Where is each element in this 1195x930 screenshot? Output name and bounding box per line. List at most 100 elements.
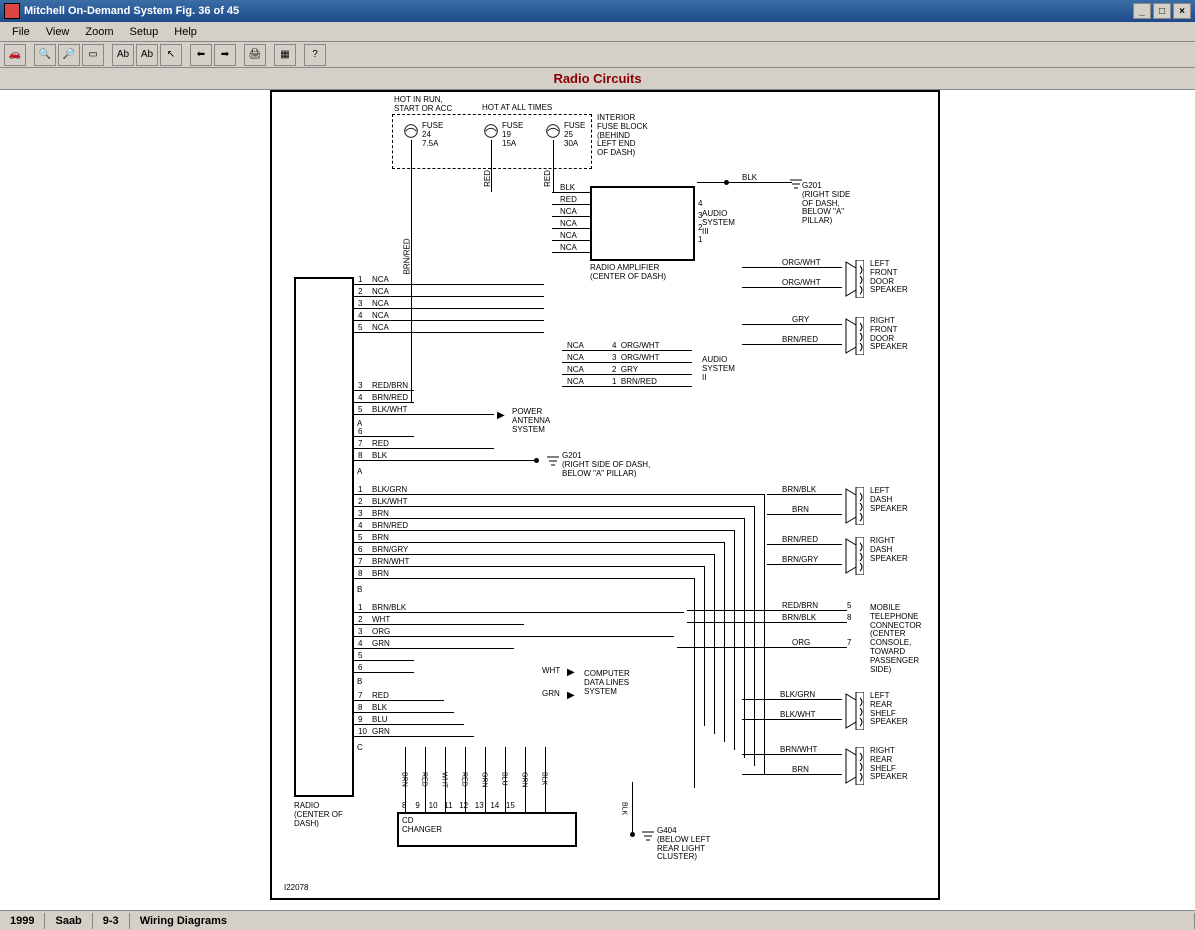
wire-red2: RED bbox=[372, 692, 389, 701]
junction-dot2 bbox=[534, 458, 539, 463]
wire bbox=[354, 506, 754, 507]
wire-orgwht-lf: ORG/WHT bbox=[782, 259, 821, 268]
amp-pin2: 2 bbox=[698, 224, 702, 233]
label-hot-run: HOT IN RUN, START OR ACC bbox=[394, 96, 452, 114]
pin-b7: 7 bbox=[358, 440, 362, 449]
label-radio: RADIO (CENTER OF DASH) bbox=[294, 802, 343, 828]
label-fuse25: FUSE 25 30A bbox=[564, 122, 585, 148]
fuse-24-icon bbox=[402, 122, 420, 140]
label-hot-all: HOT AT ALL TIMES bbox=[482, 104, 552, 113]
label-audio3: AUDIO SYSTEM III bbox=[702, 210, 735, 236]
pin-b8: 8 bbox=[358, 452, 362, 461]
wire-brnred-rd: BRN/RED bbox=[782, 536, 818, 545]
menu-zoom[interactable]: Zoom bbox=[77, 24, 121, 40]
menu-view[interactable]: View bbox=[38, 24, 78, 40]
tb-back-icon[interactable]: ⬅ bbox=[190, 44, 212, 66]
tb-page-icon[interactable]: ▦ bbox=[274, 44, 296, 66]
window-title: Mitchell On-Demand System Fig. 36 of 45 bbox=[24, 5, 1133, 17]
wire-red1: RED bbox=[560, 196, 577, 205]
wire bbox=[354, 494, 764, 495]
tb-car-icon[interactable]: 🚗 bbox=[4, 44, 26, 66]
wire bbox=[354, 578, 694, 579]
menu-file[interactable]: File bbox=[4, 24, 38, 40]
pin-c1: 1 bbox=[358, 486, 362, 495]
wire bbox=[485, 747, 486, 812]
wire-wht-cdl: WHT bbox=[542, 667, 560, 676]
tb-pointer-icon[interactable]: ↖ bbox=[160, 44, 182, 66]
status-bar: 1999 Saab 9-3 Wiring Diagrams bbox=[0, 910, 1195, 930]
pin-a4: 4 bbox=[358, 312, 362, 321]
maximize-button[interactable]: □ bbox=[1153, 3, 1171, 19]
wire bbox=[632, 782, 633, 832]
wire-redbrn-mb: RED/BRN bbox=[782, 602, 818, 611]
wire bbox=[744, 518, 745, 758]
wire-brn-rr: BRN bbox=[792, 766, 809, 775]
tb-zoom-fit-icon[interactable]: ▭ bbox=[82, 44, 104, 66]
tb-text2-icon[interactable]: Ab bbox=[136, 44, 158, 66]
wire-a2: NCA bbox=[372, 288, 389, 297]
wire-nca-s3: NCA bbox=[567, 366, 584, 375]
wire-brnblk-mb: BRN/BLK bbox=[782, 614, 816, 623]
wire bbox=[754, 506, 755, 766]
pin-c7: 7 bbox=[358, 558, 362, 567]
wire-nca2: NCA bbox=[560, 220, 577, 229]
close-button[interactable]: × bbox=[1173, 3, 1191, 19]
wire-blu: BLU bbox=[372, 716, 388, 725]
pin-d6: 6 bbox=[358, 664, 362, 673]
pin-c4: 4 bbox=[358, 522, 362, 531]
junction-g404-dot bbox=[630, 832, 635, 837]
label-radio-amp: RADIO AMPLIFIER (CENTER OF DASH) bbox=[590, 264, 666, 282]
wire bbox=[525, 747, 526, 812]
tb-print-icon[interactable]: 🖨 bbox=[244, 44, 266, 66]
diagram-frame: HOT IN RUN, START OR ACC HOT AT ALL TIME… bbox=[270, 90, 940, 900]
label-comp-data: COMPUTER DATA LINES SYSTEM bbox=[584, 670, 630, 696]
minimize-button[interactable]: _ bbox=[1133, 3, 1151, 19]
wire bbox=[354, 712, 454, 713]
tb-text1-icon[interactable]: Ab bbox=[112, 44, 134, 66]
grp-db: B bbox=[357, 678, 362, 687]
label-fuse24: FUSE 24 7.5A bbox=[422, 122, 443, 148]
wire-orgwht-lf2: ORG/WHT bbox=[782, 279, 821, 288]
wire-a1: NCA bbox=[372, 276, 389, 285]
wire bbox=[714, 554, 715, 734]
wire-a4: NCA bbox=[372, 312, 389, 321]
wire bbox=[704, 566, 705, 726]
tb-help-icon[interactable]: ? bbox=[304, 44, 326, 66]
pin-c3: 3 bbox=[358, 510, 362, 519]
ground-icon2 bbox=[547, 455, 559, 467]
wire-grn-cdl: GRN bbox=[542, 690, 560, 699]
diagram-canvas: HOT IN RUN, START OR ACC HOT AT ALL TIME… bbox=[0, 90, 1195, 910]
wire bbox=[545, 747, 546, 812]
pin-d2: 2 bbox=[358, 616, 362, 625]
label-g201b: G201 (RIGHT SIDE OF DASH, BELOW "A" PILL… bbox=[562, 452, 650, 478]
wire bbox=[354, 724, 464, 725]
tb-fwd-icon[interactable]: ➡ bbox=[214, 44, 236, 66]
lr-speaker-icon bbox=[842, 692, 864, 730]
pin-d3: 3 bbox=[358, 628, 362, 637]
tb-zoom-in-icon[interactable]: 🔎 bbox=[58, 44, 80, 66]
wire bbox=[687, 610, 847, 611]
wire-brnwht: BRN/WHT bbox=[372, 558, 409, 567]
menu-help[interactable]: Help bbox=[166, 24, 205, 40]
pin8-mb: 8 bbox=[847, 614, 851, 623]
pin-b3: 3 bbox=[358, 382, 362, 391]
pin-e8: 8 bbox=[358, 704, 362, 713]
diagram-title: Radio Circuits bbox=[0, 68, 1195, 90]
tb-zoom-out-icon[interactable]: 🔍 bbox=[34, 44, 56, 66]
pin-c6: 6 bbox=[358, 546, 362, 555]
wire bbox=[425, 747, 426, 812]
wire-red: RED bbox=[372, 440, 389, 449]
wire bbox=[354, 672, 414, 673]
wire-org-mb: ORG bbox=[792, 639, 810, 648]
menu-setup[interactable]: Setup bbox=[122, 24, 167, 40]
status-section: Wiring Diagrams bbox=[130, 913, 1195, 929]
wire bbox=[354, 436, 414, 437]
grp-c: C bbox=[357, 744, 363, 753]
wire-brn: BRN bbox=[372, 510, 389, 519]
pin-c8: 8 bbox=[358, 570, 362, 579]
wire bbox=[445, 747, 446, 812]
wire bbox=[694, 578, 695, 788]
grp-a2: A bbox=[357, 468, 362, 477]
wire-brn2: BRN bbox=[372, 534, 389, 543]
label-g404: G404 (BELOW LEFT REAR LIGHT CLUSTER) bbox=[657, 827, 710, 862]
